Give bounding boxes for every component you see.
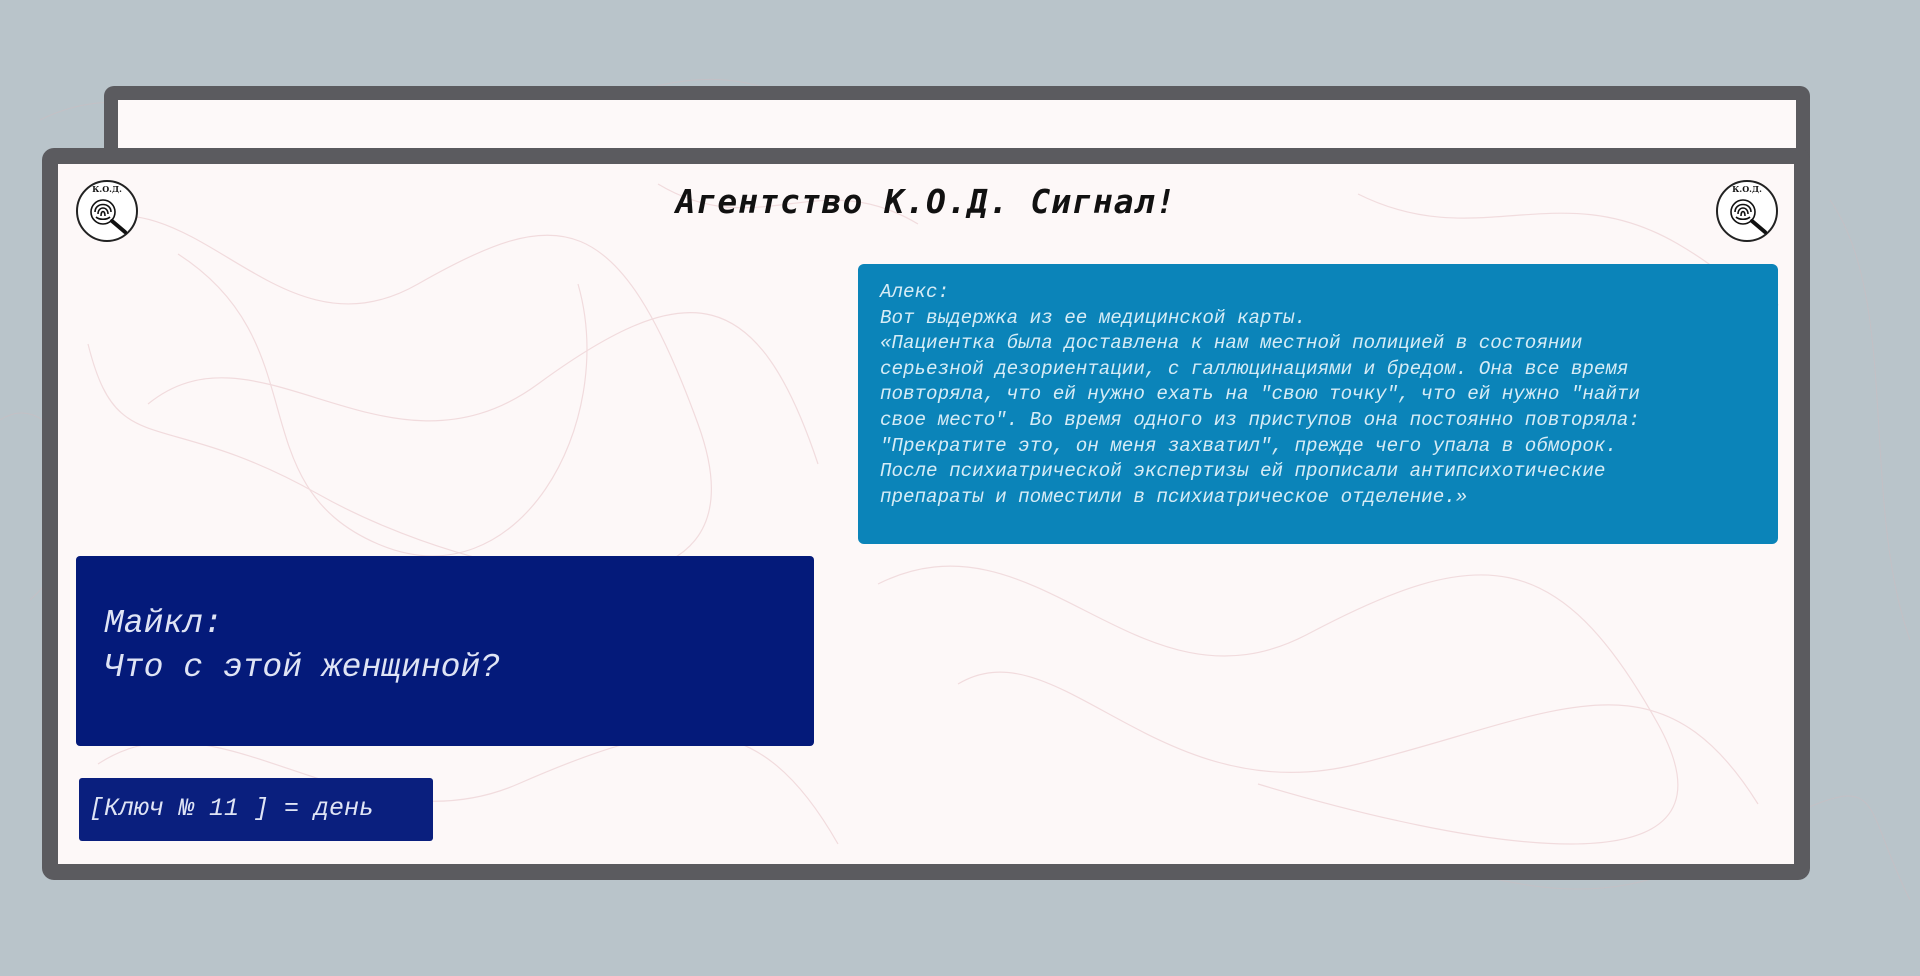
alex-dialog-line: Вот выдержка из ее медицинской карты. [880,306,1307,329]
fingerprint-magnifier-icon [1730,199,1767,234]
logo-text: К.О.Д. [1732,184,1762,194]
michael-dialog-bubble[interactable]: Майкл: Что с этой женщиной? [76,556,814,746]
agency-logo-right: К.О.Д. [1716,180,1778,242]
alex-speaker-name: Алекс: [880,281,950,303]
michael-dialog-text: Что с этой женщиной? [104,649,501,686]
alex-dialog-line: После психиатрической экспертизы ей проп… [880,460,1606,483]
dialog-window: К.О.Д. Агентство К.О.Д. Сигнал! К.О.Д. А… [42,148,1810,880]
michael-speaker-name: Майкл: [104,605,223,642]
alex-dialog-bubble[interactable]: Алекс: Вот выдержка из ее медицинской ка… [858,264,1778,544]
alex-dialog-line: препараты и поместили в психиатрическое … [880,485,1468,508]
alex-dialog-line: свое место". Во время одного из приступо… [880,408,1640,431]
alex-dialog-line: повторяла, что ей нужно ехать на "свою т… [880,383,1640,406]
alex-dialog-line: серьезной дезориентации, с галлюцинациям… [880,357,1629,380]
key-clue-badge[interactable]: [Ключ № 11 ] = день [79,778,433,841]
alex-dialog-line: "Прекратите это, он меня захватил", преж… [880,434,1617,457]
page-title: Агентство К.О.Д. Сигнал! [675,182,1177,221]
alex-dialog-line: «Пациентка была доставлена к нам местной… [880,332,1583,355]
